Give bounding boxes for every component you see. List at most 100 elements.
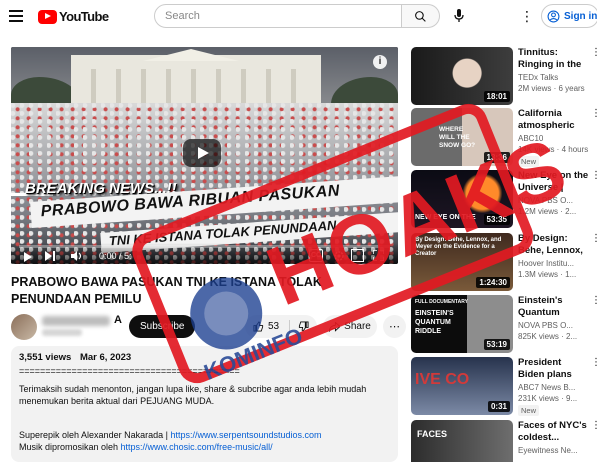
recommended-channel: TEDx Talks <box>518 73 559 82</box>
recommended-more-button[interactable]: ⋮ <box>591 233 597 244</box>
description-box[interactable]: 3,551 views Mar 6, 2023 ================… <box>11 346 398 462</box>
recommended-more-button[interactable]: ⋮ <box>591 47 597 58</box>
thumbnail-caption: WHERE WILL THE SNOW GO? <box>439 126 476 149</box>
credit-2-prefix: Musik dipromosikan oleh <box>19 442 121 452</box>
video-duration: 1:24:30 <box>476 277 510 288</box>
recommended-video[interactable]: By Design: Behe, Lennox, and Meyer on th… <box>411 233 597 295</box>
recommended-video[interactable]: FACES Faces of NYC's coldest... Eyewitne… <box>411 420 597 462</box>
video-thumbnail[interactable]: IVE CO 0:31 <box>411 357 513 415</box>
like-button[interactable]: 53 <box>245 315 289 338</box>
recommended-video[interactable]: 18:01 Tinnitus: Ringing in the Brain | T… <box>411 47 597 109</box>
recommended-title[interactable]: Einstein's Quantum Riddle... <box>518 295 590 319</box>
play-icon[interactable] <box>24 252 32 262</box>
recommended-title[interactable]: President Biden plans new taxes... <box>518 357 590 381</box>
recommended-title[interactable]: New Eye on the Universe | Full... <box>518 170 590 194</box>
recommended-meta: 1.2M views · 2... <box>518 207 577 216</box>
recommended-title[interactable]: By Design: Behe, Lennox, and... <box>518 233 590 257</box>
like-count: 53 <box>268 321 280 332</box>
next-icon[interactable] <box>45 249 55 262</box>
search-input[interactable]: Search <box>154 4 402 28</box>
microphone-icon <box>454 9 464 22</box>
subscribe-button[interactable]: Subscribe <box>129 315 196 338</box>
theater-mode-icon[interactable] <box>351 249 364 262</box>
dislike-button[interactable] <box>290 315 317 338</box>
player-controls: 0:00 / 5: CC <box>11 243 398 264</box>
fullscreen-icon[interactable] <box>373 249 384 262</box>
account-icon <box>547 10 560 22</box>
video-thumbnail[interactable]: FACES <box>411 420 513 462</box>
credit-2-link[interactable]: https://www.chosic.com/free-music/all/ <box>121 442 273 452</box>
description-credit-2: Musik dipromosikan oleh https://www.chos… <box>19 441 390 453</box>
progress-bar[interactable] <box>19 245 390 248</box>
recommended-meta: 2M views · 6 years <box>518 84 585 93</box>
more-actions-button[interactable]: ⋯ <box>383 315 406 338</box>
search-button[interactable] <box>402 4 440 28</box>
like-dislike-group: 53 <box>245 315 317 338</box>
recommended-more-button[interactable]: ⋮ <box>591 108 597 119</box>
recommended-video[interactable]: NEW EYE ON THE 53:35 New Eye on the Univ… <box>411 170 597 232</box>
thumbnail-caption: FACES <box>417 429 448 439</box>
recommended-title[interactable]: Tinnitus: Ringing in the Brain | <box>518 47 590 71</box>
video-duration: 18:01 <box>483 91 510 102</box>
recommended-more-button[interactable]: ⋮ <box>591 170 597 181</box>
recommended-meta: 14K views · 4 hours <box>518 145 589 154</box>
video-thumbnail[interactable]: 18:01 <box>411 47 513 105</box>
recommended-channel: NOVA PBS O... <box>518 196 573 205</box>
youtube-play-icon <box>38 9 57 24</box>
video-title: PRABOWO BAWA PASUKAN TNI KE ISTANA TOLAK… <box>11 275 322 306</box>
channel-row: A Subscribe 53 Share ⋯ <box>11 312 406 340</box>
description-credit-1: Superepik oleh Alexander Nakarada | http… <box>19 429 390 441</box>
description-separator: ========================================… <box>19 366 240 376</box>
share-button[interactable]: Share <box>323 315 377 338</box>
captions-icon[interactable]: CC <box>309 249 323 262</box>
menu-icon[interactable] <box>9 10 23 22</box>
recommended-video[interactable]: FULL DOCUMENTARY EINSTEIN'S QUANTUM RIDD… <box>411 295 597 357</box>
recommended-meta: 1.3M views · 1... <box>518 270 577 279</box>
youtube-logo[interactable]: YouTube <box>38 9 109 24</box>
gear-icon[interactable] <box>333 249 345 262</box>
description-paragraph: Terimaksih sudah menonton, jangan lupa l… <box>19 384 367 406</box>
thumbnail-caption: NEW EYE ON THE <box>415 214 476 221</box>
video-frame-palace <box>71 55 321 103</box>
play-overlay-icon[interactable] <box>183 139 221 167</box>
video-player[interactable]: i BREAKING NEWS...!! PRABOWO BAWA RIBUAN… <box>11 47 398 264</box>
channel-name[interactable]: A <box>114 314 122 326</box>
video-thumbnail[interactable]: NEW EYE ON THE 53:35 <box>411 170 513 228</box>
recommended-more-button[interactable]: ⋮ <box>591 420 597 431</box>
description-gap <box>19 407 390 429</box>
video-thumbnail[interactable]: By Design: Behe, Lennox, and Meyer on th… <box>411 233 513 291</box>
video-duration: 53:19 <box>483 339 510 350</box>
thumbnail-title: EINSTEIN'S QUANTUM RIDDLE <box>415 310 454 335</box>
recommended-more-button[interactable]: ⋮ <box>591 357 597 368</box>
sign-in-button[interactable]: Sign in <box>541 4 597 28</box>
new-badge: New <box>518 405 540 416</box>
recommended-channel: Hoover Institu... <box>518 259 575 268</box>
thumbs-up-icon <box>253 321 264 332</box>
info-icon[interactable]: i <box>373 55 387 69</box>
thumbnail-caption: By Design: Behe, Lennox, and Meyer on th… <box>415 237 502 257</box>
video-duration: 0:31 <box>487 401 510 412</box>
subscriber-count-blurred <box>42 329 82 336</box>
video-thumbnail[interactable]: WHERE WILL THE SNOW GO? 13:36 <box>411 108 513 166</box>
recommended-title[interactable]: Faces of NYC's coldest... <box>518 420 590 444</box>
description-meta: 3,551 views Mar 6, 2023 <box>19 352 390 364</box>
channel-avatar[interactable] <box>11 314 37 340</box>
recommended-more-button[interactable]: ⋮ <box>591 295 597 306</box>
channel-name-blurred[interactable] <box>42 316 110 326</box>
voice-search-button[interactable] <box>448 5 470 27</box>
video-thumbnail[interactable]: FULL DOCUMENTARY EINSTEIN'S QUANTUM RIDD… <box>411 295 513 353</box>
thumbnail-caption: IVE CO <box>415 371 470 388</box>
recommended-video[interactable]: WHERE WILL THE SNOW GO? 13:36 California… <box>411 108 597 170</box>
thumbs-down-icon <box>298 321 309 332</box>
time-display: 0:00 / 5: <box>99 250 132 261</box>
recommended-title[interactable]: California atmospheric riv... <box>518 108 590 132</box>
recommended-video[interactable]: IVE CO 0:31 President Biden plans new ta… <box>411 357 597 419</box>
recommended-channel: Eyewitness Ne... <box>518 446 578 455</box>
settings-more-button[interactable]: ⋮ <box>518 6 536 26</box>
share-icon <box>329 321 341 332</box>
credit-1-link[interactable]: https://www.serpentsoundstudios.com <box>170 430 321 440</box>
credit-1-prefix: Superepik oleh Alexander Nakarada | <box>19 430 171 440</box>
recommended-channel: ABC7 News B... <box>518 383 576 392</box>
recommended-channel: ABC10 <box>518 134 544 143</box>
volume-icon[interactable] <box>71 249 83 262</box>
